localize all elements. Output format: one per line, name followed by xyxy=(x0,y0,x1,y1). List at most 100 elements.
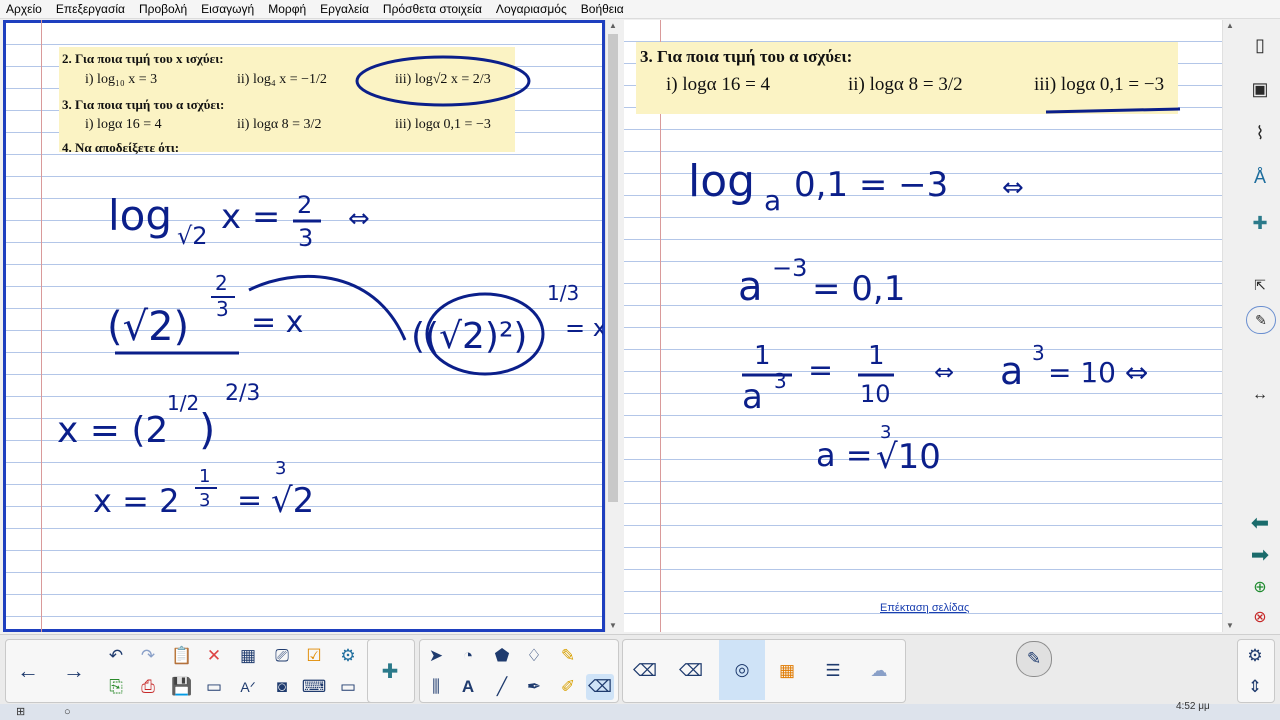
hw-log: log xyxy=(688,156,755,207)
table-icon[interactable]: ▦ xyxy=(234,643,262,669)
attachment-icon[interactable]: ⌇ xyxy=(1246,120,1274,146)
menu-bar: Αρχείο Επεξεργασία Προβολή Εισαγωγή Μορφ… xyxy=(0,0,1280,19)
undo-icon[interactable]: ↶ xyxy=(102,643,130,669)
screen-capture-icon[interactable]: ⎚ xyxy=(268,643,296,669)
add-page-icon[interactable]: ⊕ xyxy=(1246,574,1274,600)
right-page[interactable]: 3. Για ποια τιμή του α ισχύει: i) logα 1… xyxy=(624,20,1238,632)
magic-pen-icon[interactable]: ✎ xyxy=(1016,641,1052,677)
select-icon[interactable]: ➤ xyxy=(422,643,450,669)
hw-equals: = xyxy=(237,483,262,518)
page-icon[interactable]: ▯ xyxy=(1246,32,1274,58)
hw-a-cubed-exp: 3 xyxy=(1032,341,1045,365)
erase-medium-icon[interactable]: ⌫ xyxy=(677,658,705,684)
next-page-icon[interactable]: ➡ xyxy=(1246,542,1274,568)
eraser-icon[interactable]: ⌫ xyxy=(586,674,614,700)
menu-view[interactable]: Προβολή xyxy=(132,2,194,16)
hw-exp-den: 3 xyxy=(216,297,229,321)
windows-start-icon[interactable]: ⊞ xyxy=(16,704,25,720)
hw-x-eq-paren: x = (2 xyxy=(57,410,168,451)
delete-icon[interactable]: ✕ xyxy=(200,643,228,669)
hw-eq-01: = 0,1 xyxy=(812,269,905,309)
hw-close-paren: ) xyxy=(199,405,215,454)
handwriting-recognition-icon[interactable]: Aᐟ xyxy=(234,674,262,700)
expand-icon[interactable]: ⇕ xyxy=(1241,674,1269,700)
paint-icon[interactable]: ♢ xyxy=(520,643,548,669)
menu-addons[interactable]: Πρόσθετα στοιχεία xyxy=(376,2,489,16)
hw-eq-x-1: = x xyxy=(251,305,303,340)
highlighter-icon[interactable]: ✐ xyxy=(554,674,582,700)
left-scroll-thumb[interactable] xyxy=(608,34,618,502)
tools-group: ➤ ◔ ⬟ ♢ ✎ ⫼ A ╱ ✒ ✐ ⌫ xyxy=(419,639,619,703)
paste-icon[interactable]: 📋 xyxy=(168,643,196,669)
remove-page-icon[interactable]: ⎙ xyxy=(134,674,162,700)
erase-large-icon[interactable]: ◎ xyxy=(719,640,765,700)
pen-icon[interactable]: ✎ xyxy=(554,643,582,669)
scroll-up-icon[interactable]: ▲ xyxy=(606,20,620,32)
menu-account[interactable]: Λογαριασμός xyxy=(489,2,574,16)
hw-iff-2: ⇔ xyxy=(934,358,954,386)
next-arrow-icon[interactable]: → xyxy=(60,658,88,684)
gallery-icon[interactable]: ▣ xyxy=(1246,76,1274,102)
measure-icon[interactable]: ⫼ xyxy=(422,674,450,700)
addons-icon[interactable]: ⚙ xyxy=(334,643,362,669)
left-scrollbar[interactable]: ▲ ▼ xyxy=(605,20,620,632)
activity-icon[interactable]: ☑ xyxy=(300,643,328,669)
menu-edit[interactable]: Επεξεργασία xyxy=(49,2,132,16)
line-style-icon[interactable]: ☰ xyxy=(819,658,847,684)
new-page-icon[interactable]: ⎘ xyxy=(102,674,130,700)
right-handwriting[interactable]: log a 0,1 = −3 ⇔ a −3 = 0,1 1 a 3 = 1 10… xyxy=(624,20,1222,632)
hw-x-equals: x = xyxy=(221,197,280,237)
hw-x-eq-2: x = 2 xyxy=(93,482,179,520)
hw-sqrt2-paren: (√2) xyxy=(107,304,189,350)
right-scrollbar[interactable]: ▲ ▼ xyxy=(1222,20,1237,632)
shapes-icon[interactable]: ◔ xyxy=(454,643,482,669)
camera-icon[interactable]: ◙ xyxy=(268,674,296,700)
previous-page-icon[interactable]: ⬅ xyxy=(1246,510,1274,536)
keyboard-icon[interactable]: ⌨ xyxy=(300,674,328,700)
left-handwriting[interactable]: log √2 x = 2 3 ⇔ (√2) 2 3 = x ((√2)²) 1/… xyxy=(3,20,603,632)
nav-group: ← → ↶ ↷ 📋 ✕ ▦ ⎚ ☑ ⚙ ⎘ ⎙ 💾 ▭ Aᐟ ◙ ⌨ ▭ xyxy=(5,639,412,703)
addons-icon[interactable]: ✚ xyxy=(1246,210,1274,236)
screen-shade-icon[interactable]: ▭ xyxy=(200,674,228,700)
menu-help[interactable]: Βοήθεια xyxy=(574,2,631,16)
right-sidebar-tabs: ▯ ▣ ⌇ Å ✚ ⇱ ✎ ↔ ⬅ ➡ ⊕ ⊗ xyxy=(1240,20,1280,632)
menu-insert[interactable]: Εισαγωγή xyxy=(194,2,261,16)
hw-a-den-exp: 3 xyxy=(774,369,787,393)
save-icon[interactable]: 💾 xyxy=(168,674,196,700)
hw-outer-exp-2: 2/3 xyxy=(225,381,260,406)
menu-tools[interactable]: Εργαλεία xyxy=(313,2,376,16)
delete-page-icon[interactable]: ⊗ xyxy=(1246,604,1274,630)
hw-base-sqrt2: √2 xyxy=(177,222,208,250)
display-icon[interactable]: ▭ xyxy=(334,674,362,700)
page-extension-link[interactable]: Επέκταση σελίδας xyxy=(880,602,969,614)
highlight-ellipse xyxy=(355,55,531,107)
previous-arrow-icon[interactable]: ← xyxy=(14,658,42,684)
erase-small-icon[interactable]: ⌫ xyxy=(631,658,659,684)
menu-format[interactable]: Μορφή xyxy=(261,2,313,16)
hw-base-a: a xyxy=(764,184,781,217)
fill-icon[interactable]: ⬟ xyxy=(488,643,516,669)
menu-file[interactable]: Αρχείο xyxy=(0,2,49,16)
puzzle-icon[interactable]: ✚ xyxy=(376,658,404,684)
text-icon[interactable]: A xyxy=(454,674,482,700)
scroll-up-icon[interactable]: ▲ xyxy=(1223,20,1237,32)
line-icon[interactable]: ╱ xyxy=(488,674,516,700)
hw-equals: = xyxy=(808,353,833,388)
hw-one-num: 1 xyxy=(754,341,771,371)
color-grid-icon[interactable]: ▦ xyxy=(773,658,801,684)
collapse-icon[interactable]: ⇱ xyxy=(1246,272,1274,298)
left-page[interactable]: 2. Για ποια τιμή του x ισχύει: i) log₁₀ … xyxy=(3,20,621,632)
calligraphy-pen-icon[interactable]: ✒ xyxy=(520,674,548,700)
scroll-down-icon[interactable]: ▼ xyxy=(606,620,620,632)
pen-icon[interactable]: ✎ xyxy=(1246,306,1276,334)
resize-icon[interactable]: ↔ xyxy=(1246,382,1274,408)
redo-icon[interactable]: ↷ xyxy=(134,643,162,669)
scroll-down-icon[interactable]: ▼ xyxy=(1223,620,1237,632)
hw-iff-1: ⇔ xyxy=(1002,173,1024,203)
hw-a-eq: a = xyxy=(816,436,873,474)
properties-icon[interactable]: Å xyxy=(1246,164,1274,190)
search-icon[interactable]: ○ xyxy=(64,704,71,720)
settings-icon[interactable]: ⚙ xyxy=(1241,643,1269,669)
transparency-icon[interactable]: ☁ xyxy=(865,658,893,684)
clock[interactable]: 4:52 μμ xyxy=(1176,699,1210,715)
